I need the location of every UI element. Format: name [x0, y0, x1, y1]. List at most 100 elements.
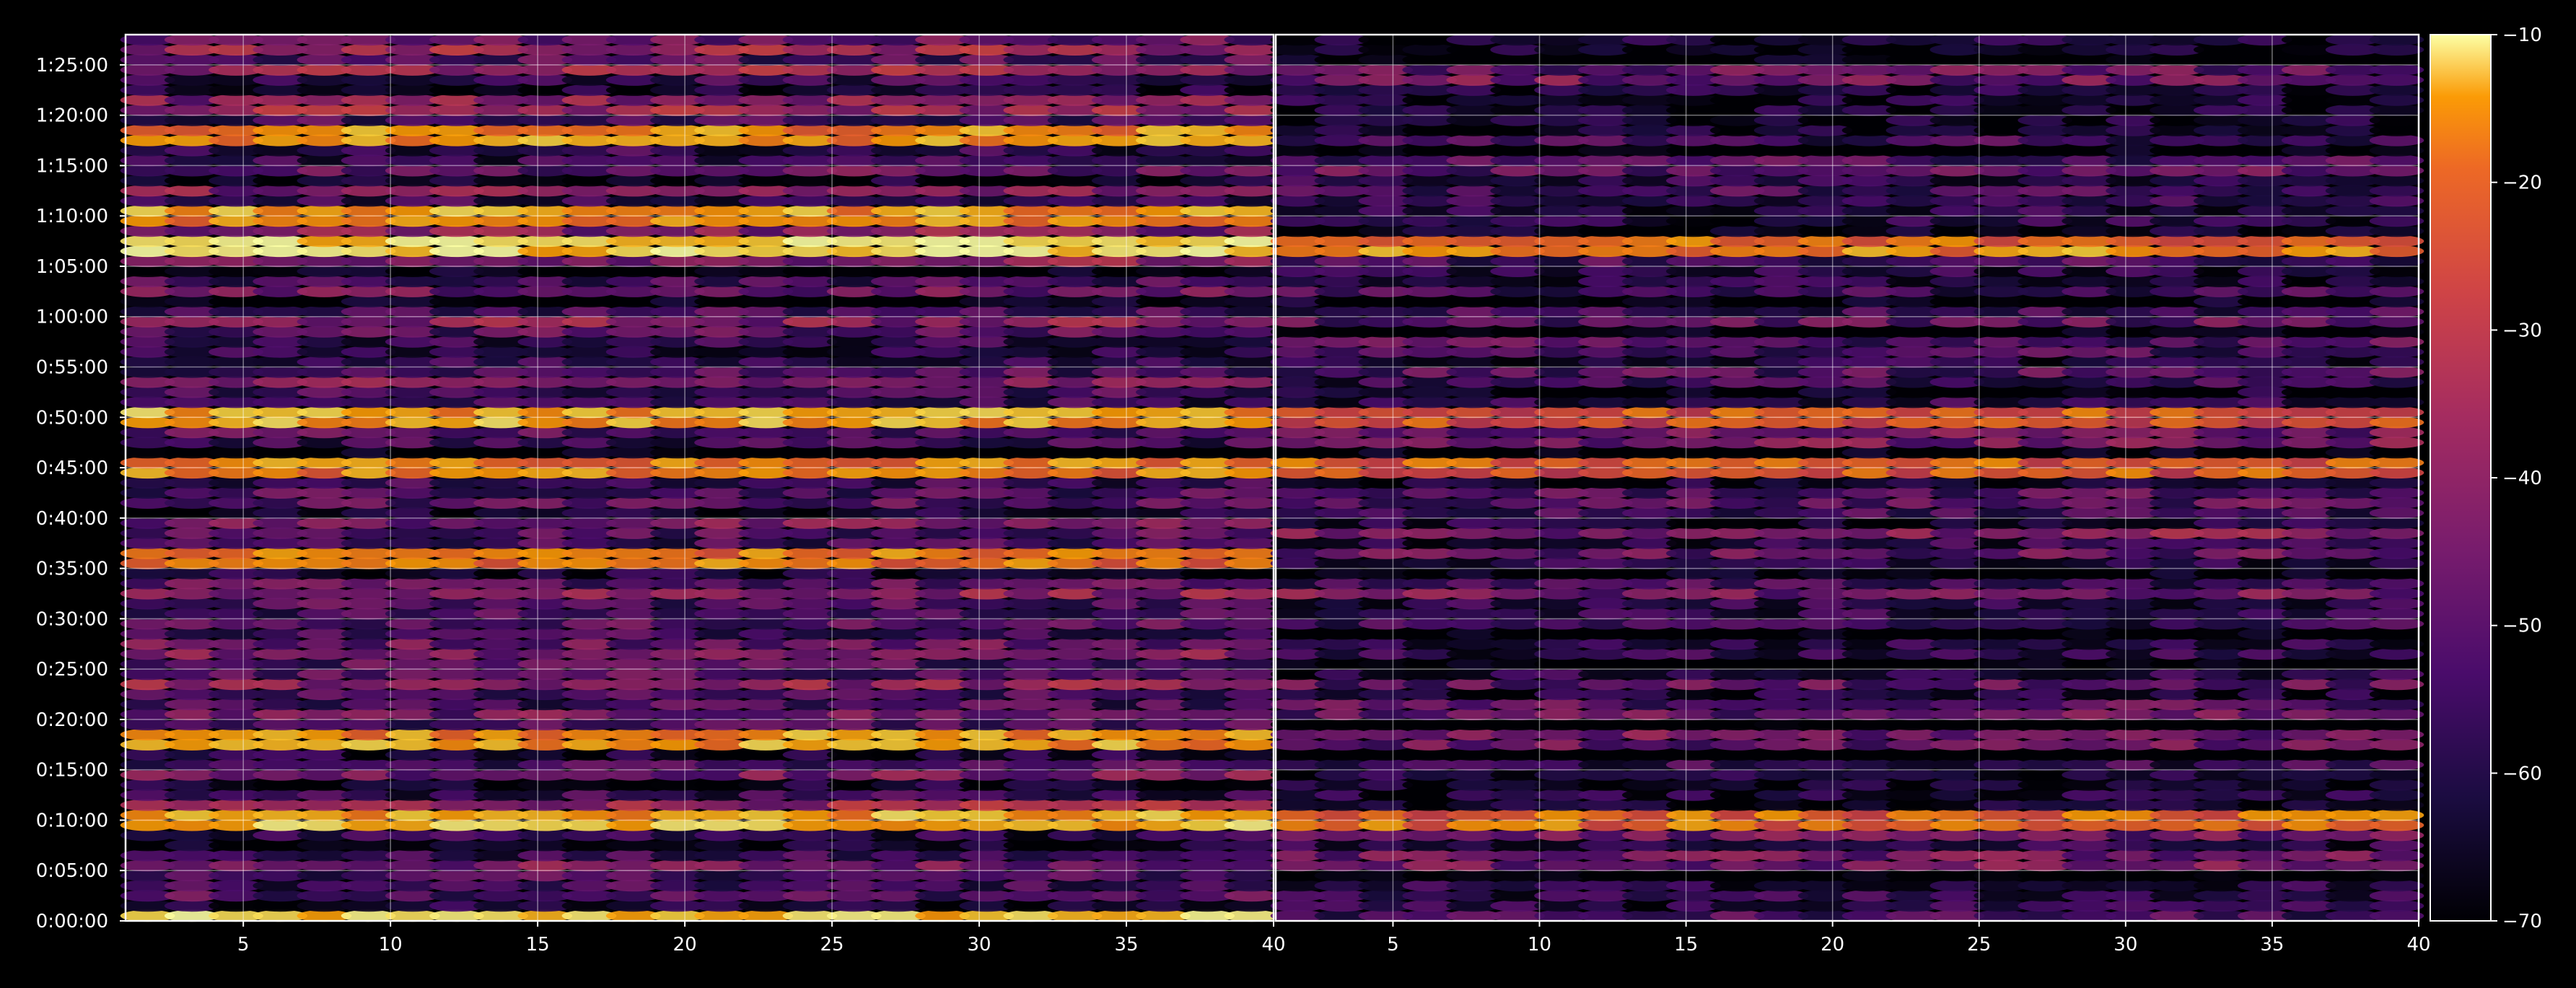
colorbar-tick-label: −30: [2502, 320, 2542, 341]
y-tick-label: 0:05:00: [36, 860, 108, 882]
y-tick-label: 0:15:00: [36, 760, 108, 782]
heatmap-cell: [2369, 255, 2424, 268]
y-tick-label: 1:25:00: [36, 55, 108, 76]
heatmap-cell: [2369, 608, 2424, 620]
heatmap-cell: [2369, 900, 2424, 912]
heatmap-cell: [2369, 124, 2424, 136]
heatmap-cell: [2369, 396, 2424, 408]
heatmap-cell: [2369, 748, 2424, 761]
heatmap-cell: [2369, 346, 2424, 358]
heatmap-cell: [2369, 245, 2424, 258]
x-tick-label: 20: [1821, 934, 1844, 956]
y-tick-label: 1:10:00: [36, 206, 108, 227]
heatmap-cell: [2369, 466, 2424, 479]
heatmap-cell: [2369, 517, 2424, 529]
heatmap-cell: [2369, 658, 2424, 670]
heatmap-cell: [2369, 295, 2424, 307]
heatmap-cell: [2369, 43, 2424, 56]
heatmap-cell: [2369, 507, 2424, 519]
heatmap-cell: [2369, 557, 2424, 569]
heatmap-cell: [2369, 678, 2424, 691]
colorbar-tick-label: −70: [2502, 911, 2542, 932]
x-tick-label: 10: [379, 934, 403, 956]
x-tick-label: 20: [673, 934, 697, 956]
heatmap-cell: [2369, 809, 2424, 821]
heatmap-cell: [2369, 195, 2424, 207]
heatmap-cell: [2369, 64, 2424, 76]
heatmap-cell: [2369, 104, 2424, 116]
heatmap-cell: [2369, 849, 2424, 862]
heatmap-cell: [2369, 728, 2424, 740]
x-tick-label: 25: [1967, 934, 1991, 956]
x-tick-label: 40: [2406, 934, 2430, 956]
heatmap-cell: [2369, 860, 2424, 872]
heatmap-cell: [2369, 215, 2424, 227]
colorbar-gradient: [2430, 35, 2491, 921]
colorbar-tick-label: −60: [2502, 763, 2542, 784]
x-tick-label: 5: [1387, 934, 1399, 956]
heatmap-cell: [2369, 185, 2424, 197]
heatmap-cell: [2369, 708, 2424, 721]
heatmap-cell: [2369, 799, 2424, 811]
y-tick-label: 0:55:00: [36, 357, 108, 379]
heatmap-cell: [2369, 275, 2424, 287]
heatmap-cell: [2369, 648, 2424, 660]
heatmap-cell: [2369, 547, 2424, 559]
heatmap-cell: [2369, 356, 2424, 368]
heatmap-cell: [2369, 587, 2424, 600]
heatmap-cell: [2369, 165, 2424, 177]
heatmap-cell: [2369, 688, 2424, 701]
heatmap-cell: [2369, 890, 2424, 902]
heatmap-cell: [2369, 225, 2424, 237]
heatmap-cell: [2369, 376, 2424, 388]
heatmap-cell: [2369, 406, 2424, 419]
heatmap-cell: [2369, 537, 2424, 549]
y-tick-label: 1:00:00: [36, 307, 108, 328]
heatmap-cell: [2369, 476, 2424, 489]
heatmap-cell: [2369, 315, 2424, 328]
heatmap-cell: [2369, 909, 2424, 922]
colorbar: −10−20−30−40−50−60−70: [2430, 25, 2542, 932]
y-tick-label: 0:35:00: [36, 559, 108, 580]
heatmap-cell: [2369, 235, 2424, 248]
heatmap-cell: [2369, 84, 2424, 96]
heatmap-cell: [2369, 305, 2424, 318]
y-tick-label: 0:00:00: [36, 911, 108, 932]
colorbar-tick-label: −50: [2502, 616, 2542, 637]
heatmap-panel-right: [1270, 33, 2424, 922]
x-tick-label: 35: [2260, 934, 2284, 956]
heatmap-cell: [2369, 134, 2424, 147]
x-tick-label: 30: [2113, 934, 2137, 956]
heatmap-cell: [2369, 486, 2424, 499]
y-tick-label: 0:45:00: [36, 458, 108, 479]
heatmap-cell: [2369, 175, 2424, 187]
heatmap-cell: [2369, 819, 2424, 831]
heatmap-cell: [2369, 738, 2424, 751]
heatmap-cell: [2369, 325, 2424, 338]
heatmap-cell: [2369, 698, 2424, 711]
heatmap-panel-left: [120, 33, 1279, 922]
heatmap-cell: [2369, 285, 2424, 297]
heatmap-cell: [2369, 759, 2424, 771]
y-tick-label: 1:15:00: [36, 155, 108, 177]
heatmap-cell: [2369, 336, 2424, 348]
heatmap-cell: [2369, 427, 2424, 439]
heatmap-cell: [2369, 598, 2424, 610]
heatmap-cell: [2369, 577, 2424, 590]
y-tick-label: 1:05:00: [36, 256, 108, 278]
heatmap-figure: 0:00:000:05:000:10:000:15:000:20:000:25:…: [36, 25, 2542, 956]
heatmap-cell: [2369, 74, 2424, 86]
y-tick-label: 0:20:00: [36, 709, 108, 731]
x-tick-label: 35: [1114, 934, 1138, 956]
heatmap-cell: [2369, 668, 2424, 681]
colorbar-tick-label: −20: [2502, 172, 2542, 194]
heatmap-cell: [2369, 567, 2424, 580]
y-tick-label: 1:20:00: [36, 105, 108, 127]
x-tick-label: 25: [820, 934, 844, 956]
heatmap-cell: [2369, 769, 2424, 781]
y-tick-label: 0:10:00: [36, 810, 108, 831]
heatmap-cell: [2369, 447, 2424, 459]
heatmap-cell: [2369, 880, 2424, 892]
x-tick-label: 10: [1528, 934, 1551, 956]
heatmap-cell: [2369, 366, 2424, 378]
